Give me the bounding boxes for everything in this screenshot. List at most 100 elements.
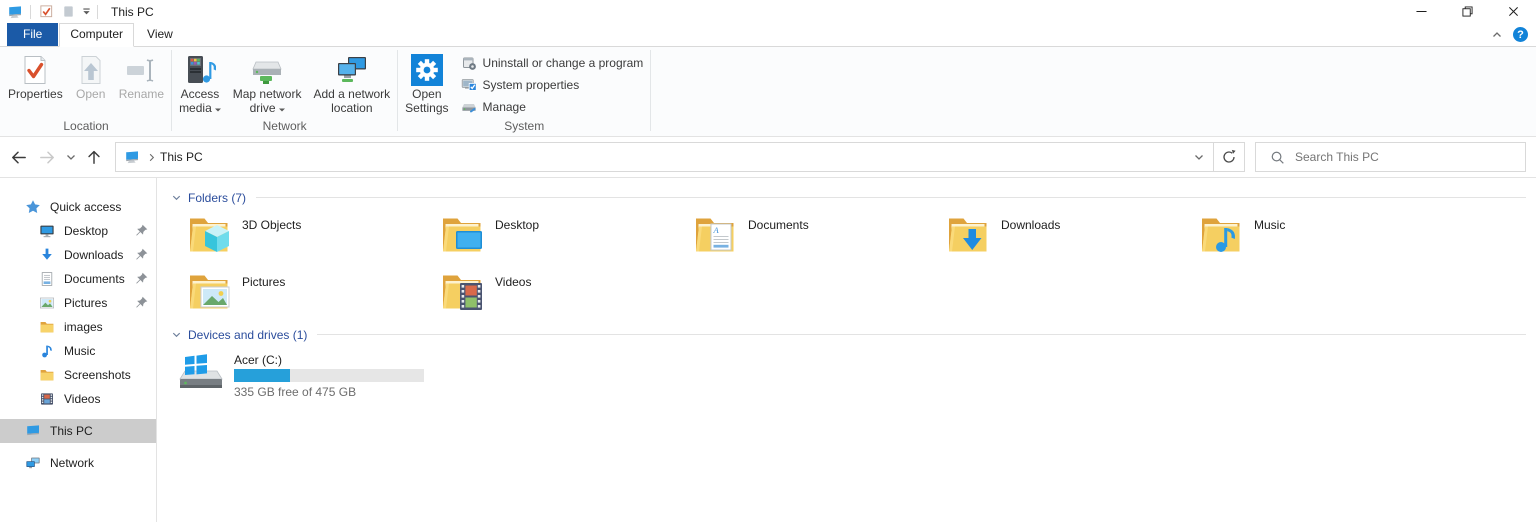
breadcrumb-chevron-icon[interactable] [146,152,157,163]
uninstall-or-change-a-program-button[interactable]: Uninstall or change a program [455,52,650,74]
up-button[interactable] [79,142,108,172]
content-pane: Folders (7) 3D Objects Desktop A Documents Do… [157,178,1536,522]
sidebar-item-network[interactable]: Network [0,451,156,475]
refresh-button[interactable] [1214,142,1245,172]
folder-downloads-icon [946,214,992,256]
sidebar-item-label: Quick access [50,200,122,214]
section-title: Folders (7) [188,190,247,205]
recent-locations-chevron[interactable] [62,142,79,172]
dropdown-caret-icon [278,108,285,114]
tile-name: Documents [748,218,809,232]
open-button: Open [69,50,113,102]
sidebar-item-desktop[interactable]: Desktop [0,219,156,243]
tile-3d-objects[interactable]: 3D Objects [171,214,424,258]
tile-name: Pictures [242,275,286,289]
section-header-folders-7: Folders (7) [171,190,1528,205]
folder-tiles: 3D Objects Desktop A Documents Downloads Musi… [171,214,1528,315]
tile-videos[interactable]: Videos [424,271,677,315]
forward-icon [38,148,57,167]
tab-row: File Computer View ? [0,23,1536,47]
sidebar-item-images[interactable]: images [0,315,156,339]
customize-qat-chevron[interactable] [79,2,93,22]
sidebar-item-documents[interactable]: Documents [0,267,156,291]
access-media-button[interactable]: Access media [173,50,227,115]
music-icon [39,343,55,359]
ribbon-group-location: Properties Open Rename Location [2,47,170,136]
drive-free-space-text: 335 GB free of 475 GB [234,385,357,399]
manage-button[interactable]: Manage [455,96,650,118]
sidebar-item-screenshots[interactable]: Screenshots [0,363,156,387]
close-icon [1508,6,1519,17]
tile-desktop[interactable]: Desktop [424,214,677,258]
tab-computer[interactable]: Computer [59,23,135,47]
address-bar[interactable]: This PC [115,142,1214,172]
ribbon-group-separator [650,50,652,131]
sidebar-item-quick-access[interactable]: Quick access [0,195,156,219]
breadcrumb-location[interactable]: This PC [160,150,203,164]
qat-properties-button[interactable] [35,2,57,22]
tile-acer-c[interactable]: Acer (C:) 335 GB free of 475 GB [171,351,1528,399]
this-pc-icon [25,423,41,439]
add-a-network-location-button[interactable]: Add a network location [307,50,396,115]
sidebar-item-label: This PC [50,424,93,438]
forward-button [33,142,62,172]
sidebar-item-label: Screenshots [64,368,131,382]
ribbon-group-separator [171,50,173,131]
qat-disabled-item-icon [61,4,76,19]
qat-checkbox-icon [39,4,54,19]
pin-icon [134,247,149,262]
properties-button[interactable]: Properties [2,50,69,102]
tile-pictures[interactable]: Pictures [171,271,424,315]
chevron-down-icon [65,151,77,163]
sidebar-item-label: Documents [64,272,125,286]
sidebar-item-downloads[interactable]: Downloads [0,243,156,267]
tab-view[interactable]: View [134,23,186,46]
restore-button[interactable] [1444,0,1490,23]
minimize-button[interactable] [1398,0,1444,23]
tile-downloads[interactable]: Downloads [930,214,1183,258]
ribbon: Properties Open Rename Location Access media M… [0,47,1536,137]
address-dropdown-chevron[interactable] [1185,143,1213,171]
section-collapse-chevron-icon[interactable] [171,329,182,340]
qat-customize-caret-icon [82,7,91,16]
sidebar-item-videos[interactable]: Videos [0,387,156,411]
drive-name: Acer (C:) [234,353,282,367]
open-settings-button[interactable]: Open Settings [399,50,454,115]
this-pc-icon [124,149,140,165]
map-network-drive-button[interactable]: Map network drive [227,50,308,115]
this-pc-icon [124,149,140,165]
help-button[interactable]: ? [1513,27,1528,42]
downloads-icon [39,247,55,263]
sidebar-item-this-pc[interactable]: This PC [0,419,156,443]
uninstall-icon [461,55,477,71]
tab-file[interactable]: File [7,23,59,46]
section-header-devices-and-drives-1: Devices and drives (1) [171,327,1528,342]
sidebar-item-pictures[interactable]: Pictures [0,291,156,315]
open-settings-icon [410,54,443,86]
quick-access-star-icon [25,199,41,215]
sidebar-item-label: Desktop [64,224,109,238]
folder-3d-icon [187,214,233,256]
search-input[interactable] [1295,150,1495,164]
minimize-ribbon-chevron-icon[interactable] [1491,29,1503,41]
section-collapse-chevron-icon[interactable] [171,192,182,203]
close-button[interactable] [1490,0,1536,23]
folder-icon [39,367,55,383]
svg-text:A: A [713,225,720,235]
chevron-right-icon [146,152,157,163]
tile-music[interactable]: Music [1183,214,1436,258]
search-icon [1270,150,1285,165]
capacity-bar [234,369,424,382]
ribbon-group-label-network: Network [262,119,307,133]
search-box[interactable] [1255,142,1526,172]
tile-documents[interactable]: A Documents [677,214,930,258]
navigation-bar: This PC [0,137,1536,178]
pin-icon [134,223,149,238]
system-properties-icon [461,77,477,93]
sidebar-item-music[interactable]: Music [0,339,156,363]
navigation-pane: Quick access Desktop Downloads Documents Pic… [0,178,157,522]
system-properties-button[interactable]: System properties [455,74,650,96]
back-button[interactable] [4,142,33,172]
qat-disabled-button [57,2,79,22]
ribbon-group-label-system: System [504,119,545,133]
